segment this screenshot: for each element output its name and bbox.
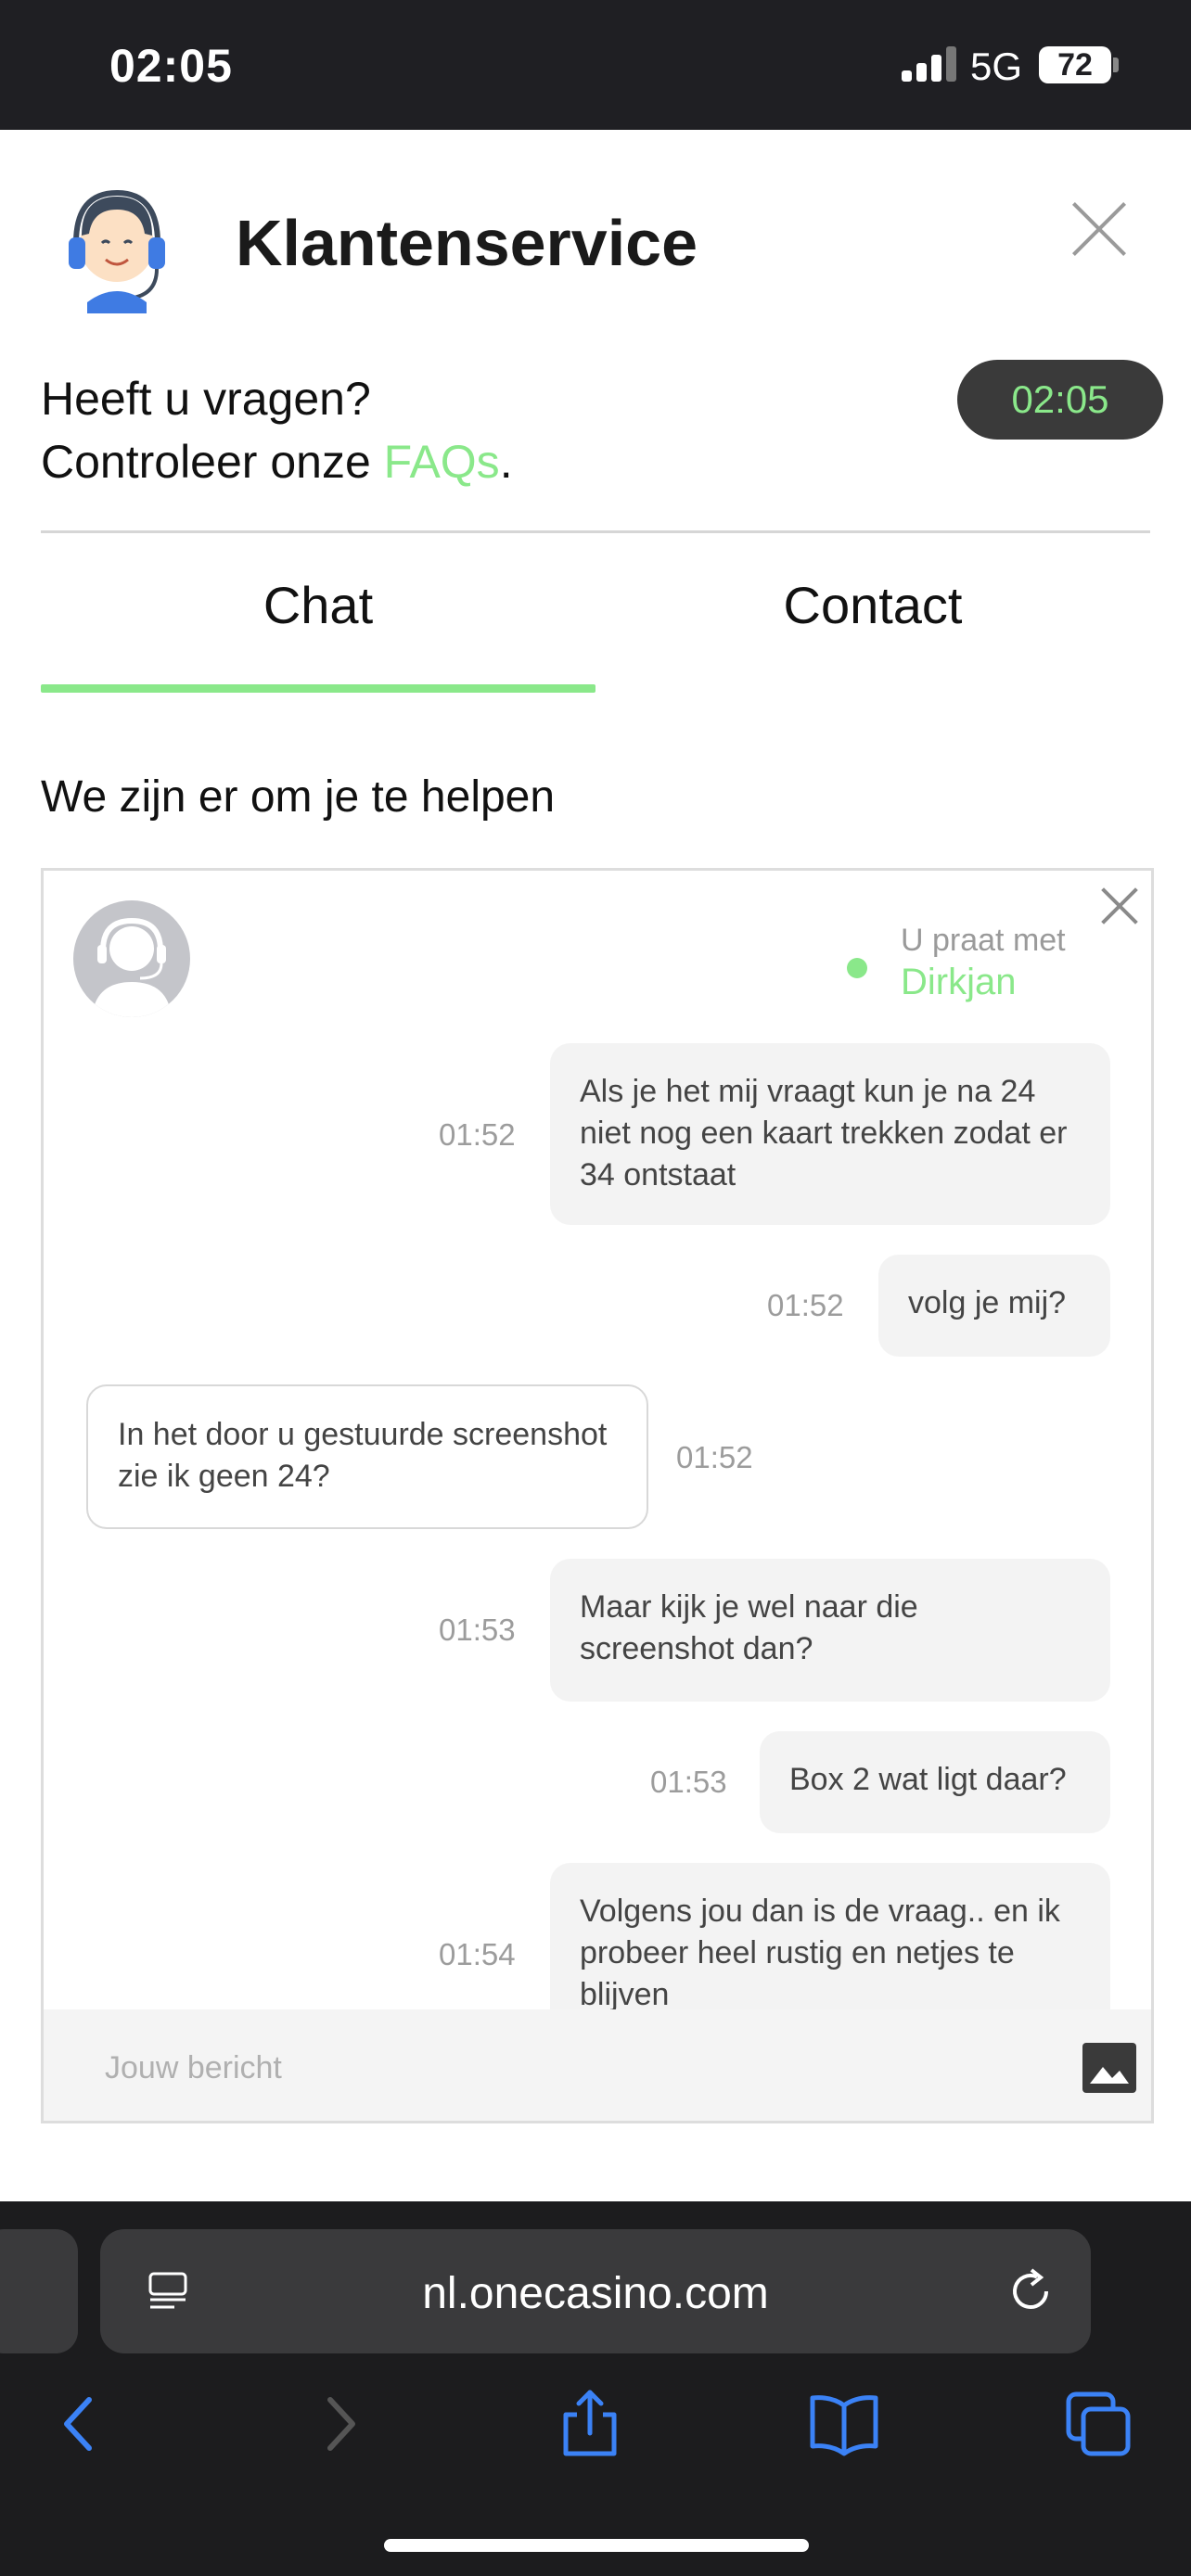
battery-icon: 72 (1039, 46, 1111, 83)
image-icon (1090, 2067, 1129, 2084)
support-agent-icon (69, 189, 165, 313)
user-message: volg je mij? (878, 1255, 1110, 1357)
message-composer (44, 2009, 1151, 2121)
page-title: Klantenservice (236, 207, 698, 279)
tab-contact[interactable]: Contact (596, 575, 1150, 635)
close-chat-icon[interactable] (1099, 886, 1140, 926)
tab-chat[interactable]: Chat (41, 575, 596, 635)
browser-toolbar: nl.onecasino.com (0, 2201, 1191, 2576)
message-time: 01:53 (439, 1613, 516, 1647)
online-status-dot (847, 958, 867, 978)
agent-name: Dirkjan (901, 962, 1017, 1002)
status-time: 02:05 (109, 40, 233, 92)
network-label: 5G (970, 45, 1023, 88)
user-message: Maar kijk je wel naar die screenshot dan… (550, 1559, 1110, 1702)
reload-icon[interactable] (1005, 2266, 1056, 2316)
previous-tab-preview[interactable] (0, 2229, 78, 2353)
chat-panel: U praat met Dirkjan 01:52 Als je het mij… (41, 868, 1154, 2123)
back-icon[interactable] (43, 2387, 117, 2461)
active-tab-indicator (41, 684, 596, 693)
timer-badge: 02:05 (957, 360, 1163, 440)
message-time: 01:52 (676, 1440, 753, 1474)
bookmarks-icon[interactable] (807, 2387, 881, 2461)
faq-question: Heeft u vragen? (41, 373, 371, 425)
faq-line: Controleer onze FAQs. (41, 430, 513, 493)
faq-prefix: Controleer onze (41, 436, 384, 488)
message-time: 01:54 (439, 1937, 516, 1971)
message-time: 01:52 (767, 1288, 844, 1322)
url-text: nl.onecasino.com (422, 2269, 769, 2318)
image-upload-icon[interactable] (1082, 2043, 1136, 2093)
user-message: Box 2 wat ligt daar? (760, 1731, 1110, 1833)
faq-suffix: . (499, 436, 513, 488)
close-icon[interactable] (1069, 198, 1130, 260)
faq-prompt: Heeft u vragen? Controleer onze FAQs. (41, 367, 513, 493)
battery-cap (1113, 57, 1119, 72)
forward-icon[interactable] (302, 2387, 377, 2461)
divider (41, 530, 1150, 533)
faq-link[interactable]: FAQs (384, 436, 500, 488)
message-time: 01:53 (650, 1765, 727, 1799)
agent-message: In het door u gestuurde screenshot zie i… (86, 1384, 648, 1529)
address-bar[interactable]: nl.onecasino.com (100, 2229, 1091, 2353)
tabs-icon[interactable] (1061, 2387, 1135, 2461)
help-heading: We zijn er om je te helpen (41, 772, 556, 822)
message-time: 01:52 (439, 1117, 516, 1152)
status-bar: 02:05 5G 72 (0, 0, 1191, 130)
agent-avatar (73, 900, 190, 1017)
talking-to-label: U praat met (901, 923, 1066, 958)
home-indicator (384, 2539, 809, 2552)
signal-icon (902, 46, 957, 82)
share-icon[interactable] (553, 2387, 627, 2461)
user-message: Als je het mij vraagt kun je na 24 niet … (550, 1043, 1110, 1225)
headset-user-icon (92, 917, 172, 1017)
message-input[interactable] (105, 2041, 1032, 2095)
